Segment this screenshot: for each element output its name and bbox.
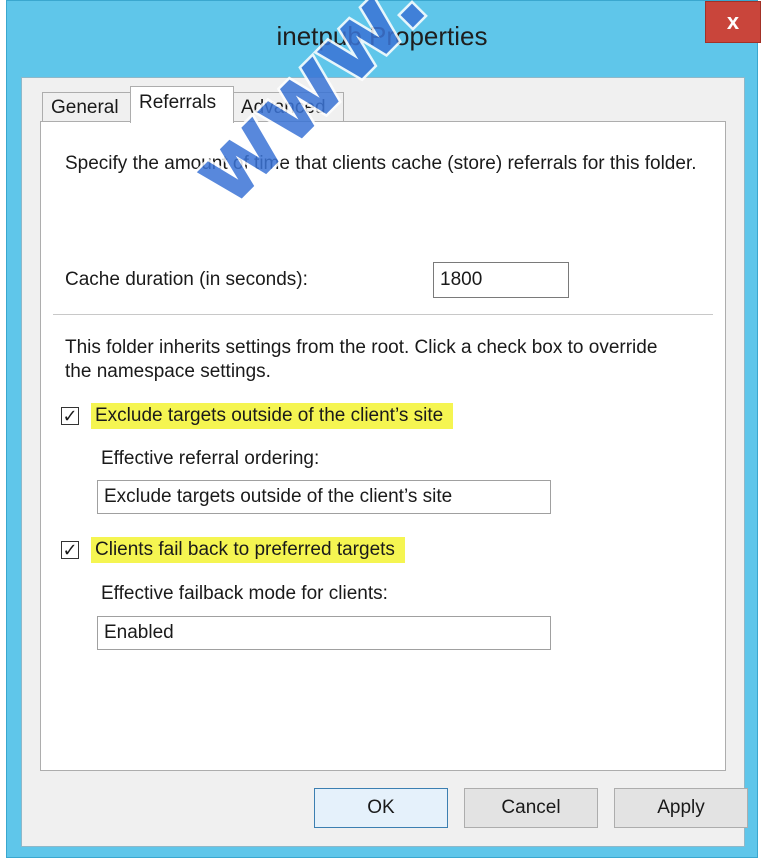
properties-dialog: inetpub Properties x General Referrals A… bbox=[6, 0, 761, 858]
exclude-targets-checkbox[interactable]: ✓ bbox=[61, 407, 79, 425]
failback-row[interactable]: ✓ Clients fail back to preferred targets bbox=[61, 536, 405, 564]
cache-duration-input[interactable]: 1800 bbox=[433, 262, 569, 298]
close-button[interactable]: x bbox=[705, 1, 761, 43]
cancel-button[interactable]: Cancel bbox=[464, 788, 598, 828]
tab-referrals[interactable]: Referrals bbox=[130, 86, 234, 123]
exclude-targets-label[interactable]: Exclude targets outside of the client’s … bbox=[91, 403, 454, 429]
failback-mode-label: Effective failback mode for clients: bbox=[101, 583, 388, 604]
failback-mode-field: Enabled bbox=[97, 616, 551, 650]
tab-general[interactable]: General bbox=[42, 92, 132, 122]
dialog-title: inetpub Properties bbox=[276, 21, 488, 51]
referrals-panel: Specify the amount of time that clients … bbox=[40, 121, 726, 771]
exclude-targets-row[interactable]: ✓ Exclude targets outside of the client’… bbox=[61, 402, 454, 430]
inherit-description: This folder inherits settings from the r… bbox=[65, 337, 658, 382]
apply-button[interactable]: Apply bbox=[614, 788, 748, 828]
failback-checkbox[interactable]: ✓ bbox=[61, 541, 79, 559]
referral-ordering-field: Exclude targets outside of the client’s … bbox=[97, 480, 551, 514]
ok-button[interactable]: OK bbox=[314, 788, 448, 828]
referral-ordering-label: Effective referral ordering: bbox=[101, 448, 320, 469]
dialog-buttons: OK Cancel Apply bbox=[22, 788, 748, 832]
cache-duration-label: Cache duration (in seconds): bbox=[65, 269, 308, 290]
divider bbox=[53, 314, 713, 315]
title-bar[interactable]: inetpub Properties x bbox=[7, 1, 761, 81]
dialog-client-area: General Referrals Advanced Specify the a… bbox=[21, 77, 748, 847]
tab-advanced[interactable]: Advanced bbox=[232, 92, 344, 122]
cache-description: Specify the amount of time that clients … bbox=[65, 153, 697, 174]
failback-label[interactable]: Clients fail back to preferred targets bbox=[91, 537, 405, 563]
